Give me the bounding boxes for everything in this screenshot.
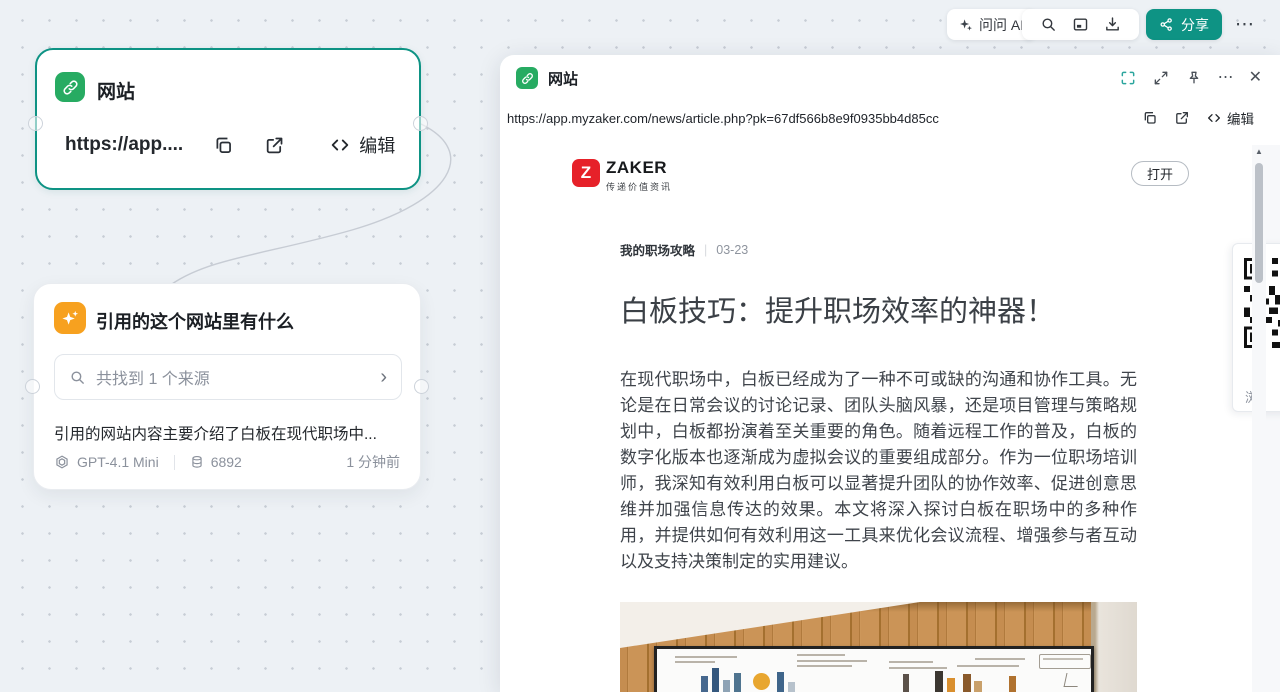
open-external-icon[interactable] xyxy=(1174,110,1190,126)
edit-url-button[interactable]: 编辑 xyxy=(1206,108,1254,128)
share-label: 分享 xyxy=(1181,15,1209,35)
search-icon xyxy=(69,369,86,386)
ai-node-card[interactable]: 引用的这个网站里有什么 共找到 1 个来源 › 引用的网站内容主要介绍了白板在现… xyxy=(33,283,421,490)
sources-field[interactable]: 共找到 1 个来源 › xyxy=(54,354,402,400)
link-icon xyxy=(516,67,538,89)
node-handle-right[interactable] xyxy=(414,379,429,394)
share-icon xyxy=(1159,17,1174,32)
code-icon xyxy=(329,134,351,156)
time-ago: 1 分钟前 xyxy=(346,452,400,472)
copy-icon[interactable] xyxy=(213,135,234,156)
fullscreen-icon[interactable] xyxy=(1119,69,1137,87)
whiteboard-sketch xyxy=(654,646,1094,692)
sources-count-text: 共找到 1 个来源 xyxy=(96,365,370,389)
open-external-icon[interactable] xyxy=(264,135,285,156)
expand-icon[interactable] xyxy=(1152,69,1170,87)
edit-url-button[interactable]: 编辑 xyxy=(329,132,395,158)
canvas-tools xyxy=(1022,9,1139,40)
ai-summary-text[interactable]: 引用的网站内容主要介绍了白板在现代职场中... xyxy=(54,422,404,444)
node-handle-right[interactable] xyxy=(413,116,428,131)
scrollbar-thumb[interactable] xyxy=(1255,163,1263,283)
ai-sparkles-icon xyxy=(54,302,86,334)
article-title: 白板技巧：提升职场效率的神器！ xyxy=(620,288,1140,330)
link-icon xyxy=(55,72,85,102)
website-card-title: 网站 xyxy=(97,77,135,104)
webpage-content: Z ZAKER 传递价值资讯 打开 我的职场攻略 | 03-23 白板技巧：提升… xyxy=(500,145,1280,692)
brand-name: ZAKER xyxy=(606,158,672,178)
zaker-logo: Z xyxy=(572,159,600,187)
more-menu-button[interactable]: ⋯ xyxy=(1228,9,1262,40)
tokens-icon xyxy=(190,455,204,469)
search-icon[interactable] xyxy=(1036,13,1060,37)
token-count: 6892 xyxy=(211,454,242,470)
node-handle-left[interactable] xyxy=(25,379,40,394)
preview-panel-header: 网站 ⋯ ✕ xyxy=(500,55,1280,101)
panel-more-icon[interactable]: ⋯ xyxy=(1218,70,1234,86)
pin-icon[interactable] xyxy=(1185,69,1203,87)
website-url-text[interactable]: https://app.... xyxy=(65,134,183,156)
node-handle-left[interactable] xyxy=(28,116,43,131)
copy-icon[interactable] xyxy=(1142,110,1158,126)
article-image-whiteboard-room xyxy=(620,602,1137,692)
edit-label: 编辑 xyxy=(1227,108,1254,128)
frame-icon[interactable] xyxy=(1068,13,1092,37)
scroll-up-arrow[interactable]: ▲ xyxy=(1252,147,1266,156)
preview-panel-title: 网站 xyxy=(548,68,578,89)
article-body: 在现代职场中，白板已经成为了一种不可或缺的沟通和协作工具。无论是在日常会议的讨论… xyxy=(620,367,1137,575)
share-button[interactable]: 分享 xyxy=(1146,9,1222,40)
code-icon xyxy=(1206,110,1222,126)
article-category[interactable]: 我的职场攻略 xyxy=(620,240,695,259)
close-icon[interactable]: ✕ xyxy=(1249,70,1262,86)
openai-icon xyxy=(54,454,70,470)
separator: | xyxy=(704,243,707,257)
scrollbar[interactable]: ▲ xyxy=(1252,145,1266,692)
website-node-card[interactable]: 网站 https://app.... 编辑 xyxy=(35,48,421,190)
sparkle-icon xyxy=(959,18,973,32)
download-icon[interactable] xyxy=(1101,13,1125,37)
ai-card-title: 引用的这个网站里有什么 xyxy=(96,308,294,334)
page-url[interactable]: https://app.myzaker.com/news/article.php… xyxy=(507,111,1126,126)
divider xyxy=(174,455,175,470)
model-name: GPT-4.1 Mini xyxy=(77,454,159,470)
url-bar: https://app.myzaker.com/news/article.php… xyxy=(500,101,1280,135)
brand-tagline: 传递价值资讯 xyxy=(606,180,672,193)
website-preview-panel: 网站 ⋯ ✕ https://app.myzaker.com/news/arti… xyxy=(500,55,1280,692)
edit-label: 编辑 xyxy=(359,132,395,158)
article-date: 03-23 xyxy=(716,243,748,257)
chevron-right-icon: › xyxy=(380,367,387,387)
open-app-button[interactable]: 打开 xyxy=(1131,161,1189,186)
ask-ai-label: 问问 AI xyxy=(979,15,1024,35)
page-edge-strip xyxy=(1266,145,1280,692)
